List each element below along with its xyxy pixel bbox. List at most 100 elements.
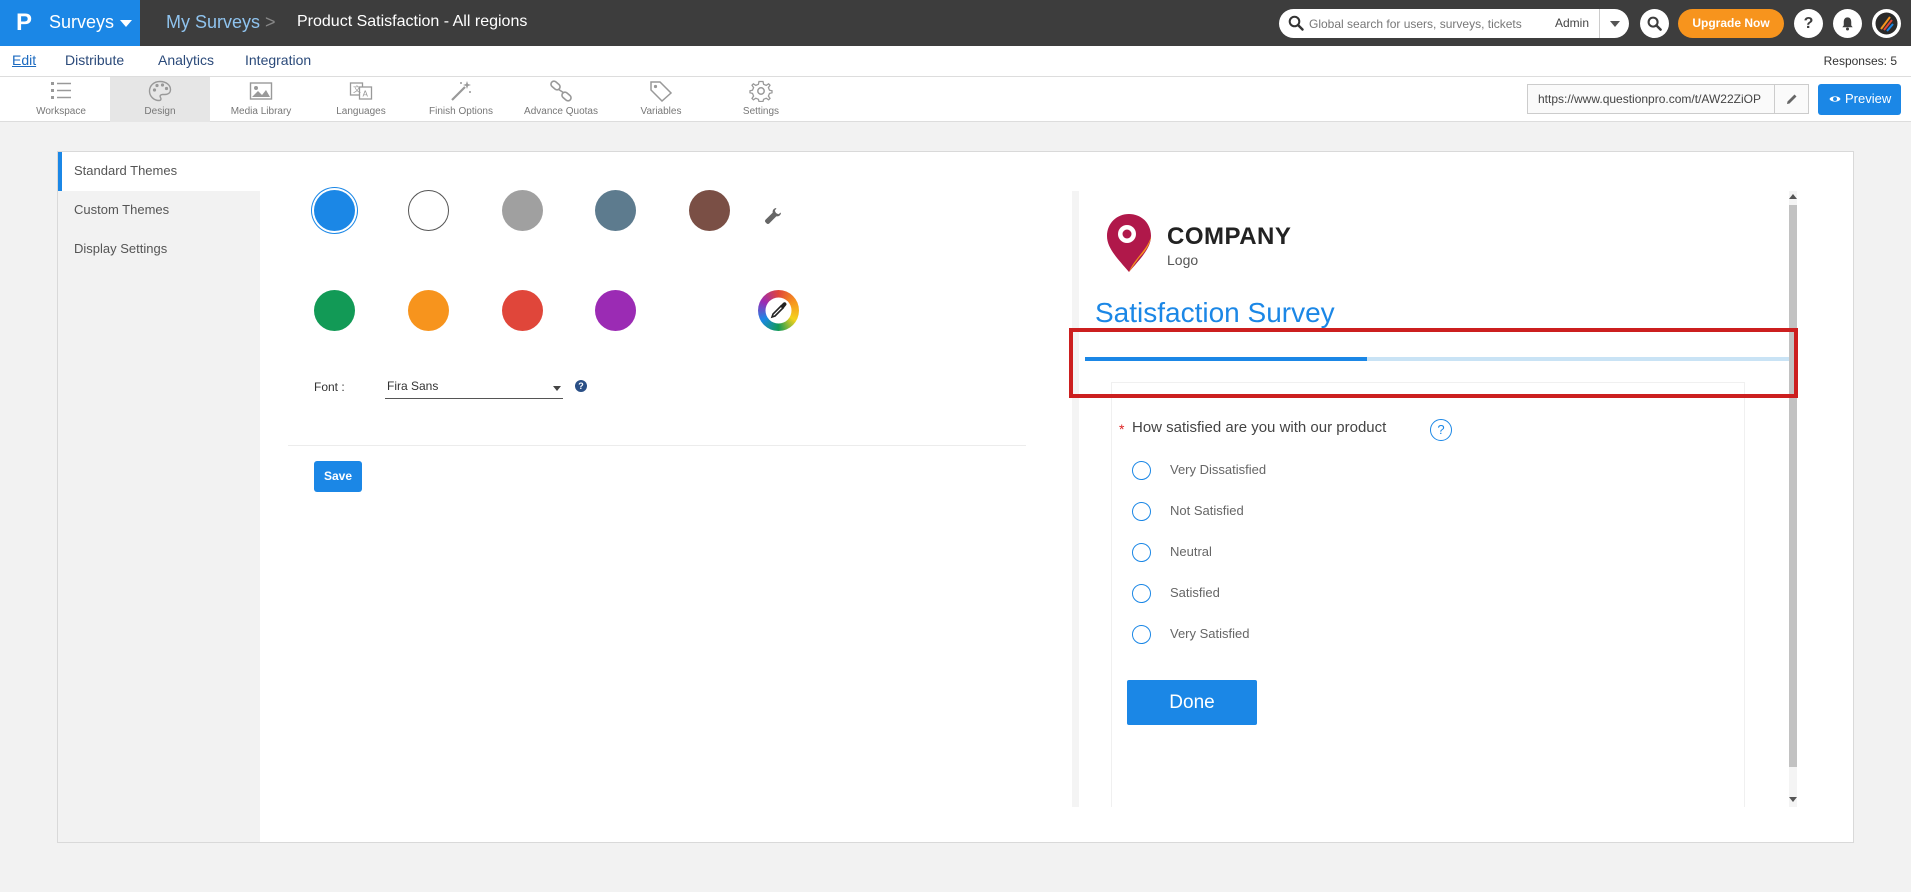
theme-color-swatch[interactable]	[595, 190, 636, 231]
theme-color-swatch[interactable]	[408, 190, 449, 231]
scrollbar-thumb[interactable]	[1789, 205, 1797, 767]
answer-option[interactable]: Very Satisfied	[1132, 623, 1532, 647]
tool-label: Media Library	[230, 106, 292, 117]
question-help-icon[interactable]: ?	[1430, 419, 1452, 441]
question-container: * How satisfied are you with our product…	[1112, 383, 1744, 807]
preview-scrollbar[interactable]	[1789, 191, 1797, 807]
survey-preview-card: COMPANY Logo Satisfaction Survey * How s…	[1079, 191, 1789, 807]
questionpro-logo: P	[16, 9, 33, 36]
responses-count: Responses: 5	[1823, 54, 1897, 68]
font-help-icon[interactable]: ?	[575, 380, 587, 392]
tool-variables[interactable]: Variables	[620, 77, 702, 122]
design-sidebar: Standard Themes Custom Themes Display Se…	[58, 152, 260, 842]
tool-label: Languages	[336, 106, 386, 117]
palette-icon	[148, 80, 172, 102]
radio-button[interactable]	[1132, 584, 1151, 603]
company-logo-subtitle: Logo	[1167, 252, 1199, 268]
theme-color-swatch[interactable]	[502, 290, 543, 331]
theme-color-swatch[interactable]	[408, 290, 449, 331]
top-bar: P Surveys My Surveys > Product Satisfact…	[0, 0, 1911, 46]
custom-color-picker[interactable]	[758, 290, 799, 331]
wrench-icon[interactable]	[764, 207, 782, 225]
caret-down-icon	[120, 20, 132, 27]
answer-option[interactable]: Neutral	[1132, 541, 1532, 565]
menu-analytics[interactable]: Analytics	[158, 52, 214, 68]
company-name: COMPANY	[1167, 223, 1292, 250]
menu-bar: Edit Distribute Analytics Integration Re…	[0, 46, 1911, 77]
company-logo-icon	[1107, 214, 1151, 272]
survey-title[interactable]: Product Satisfaction - All regions	[297, 13, 527, 31]
answer-option-label: Satisfied	[1170, 585, 1220, 600]
avatar-icon	[1875, 12, 1898, 35]
gear-icon	[749, 80, 773, 102]
radio-button[interactable]	[1132, 502, 1151, 521]
theme-color-swatch[interactable]	[595, 290, 636, 331]
answer-option[interactable]: Satisfied	[1132, 582, 1532, 606]
pencil-icon	[1787, 94, 1797, 104]
design-panel: Standard Themes Custom Themes Display Se…	[57, 151, 1854, 843]
tool-workspace[interactable]: Workspace	[20, 77, 102, 122]
required-marker: *	[1119, 421, 1125, 437]
theme-color-swatch[interactable]	[314, 290, 355, 331]
save-button[interactable]: Save	[314, 461, 362, 492]
sidebar-item-custom-themes[interactable]: Custom Themes	[58, 191, 260, 230]
answer-option-label: Very Satisfied	[1170, 626, 1250, 641]
answer-option[interactable]: Not Satisfied	[1132, 500, 1532, 524]
scroll-down-arrow-icon[interactable]	[1789, 797, 1797, 802]
scroll-up-arrow-icon[interactable]	[1789, 194, 1797, 199]
search-scope-label: Admin	[1555, 16, 1590, 30]
breadcrumb-separator: >	[265, 12, 276, 32]
global-search: Admin	[1279, 9, 1629, 38]
search-button[interactable]	[1640, 9, 1669, 38]
tool-finish-options[interactable]: Finish Options	[420, 77, 502, 122]
radio-button[interactable]	[1132, 625, 1151, 644]
answer-option-label: Very Dissatisfied	[1170, 462, 1267, 477]
preview-button[interactable]: Preview	[1818, 84, 1901, 115]
search-icon	[1647, 16, 1662, 31]
preview-survey-title: Satisfaction Survey	[1095, 297, 1335, 328]
user-avatar[interactable]	[1872, 9, 1901, 38]
survey-url-field[interactable]: https://www.questionpro.com/t/AW22ZiOP	[1527, 84, 1809, 114]
global-search-input[interactable]	[1309, 13, 1534, 34]
workspace-icon	[51, 82, 71, 99]
menu-distribute[interactable]: Distribute	[65, 52, 124, 68]
sidebar-item-display-settings[interactable]: Display Settings	[58, 230, 260, 269]
tool-media-library[interactable]: Media Library	[220, 77, 302, 122]
tool-settings[interactable]: Settings	[720, 77, 802, 122]
notifications-button[interactable]	[1833, 9, 1862, 38]
translate-icon: 文 A	[349, 82, 373, 100]
search-scope-dropdown[interactable]	[1599, 9, 1629, 38]
radio-button[interactable]	[1132, 461, 1151, 480]
sidebar-item-standard-themes[interactable]: Standard Themes	[58, 152, 260, 191]
theme-color-swatch[interactable]	[314, 190, 355, 231]
upgrade-now-button[interactable]: Upgrade Now	[1678, 9, 1784, 38]
eye-icon	[1829, 96, 1841, 102]
theme-color-swatch[interactable]	[502, 190, 543, 231]
edit-url-button[interactable]	[1774, 85, 1808, 113]
answer-option-label: Not Satisfied	[1170, 503, 1244, 518]
tool-advance-quotas[interactable]: Advance Quotas	[520, 77, 602, 122]
edit-toolbar: Workspace Design Media Library 文 A Langu…	[0, 77, 1911, 122]
font-select[interactable]: Fira Sans	[385, 374, 563, 399]
help-button[interactable]: ?	[1794, 9, 1823, 38]
surveys-product-switcher[interactable]: P Surveys	[0, 0, 140, 46]
divider	[288, 445, 1026, 446]
radio-button[interactable]	[1132, 543, 1151, 562]
menu-integration[interactable]: Integration	[245, 52, 311, 68]
tool-label: Workspace	[36, 106, 86, 117]
theme-color-swatch[interactable]	[689, 190, 730, 231]
answer-option[interactable]: Very Dissatisfied	[1132, 459, 1532, 483]
tag-icon	[650, 81, 673, 102]
font-label: Font :	[314, 380, 345, 394]
svg-text:文: 文	[353, 84, 361, 94]
breadcrumb-my-surveys[interactable]: My Surveys	[166, 12, 260, 33]
font-select-value: Fira Sans	[387, 379, 439, 393]
tool-design[interactable]: Design	[110, 77, 210, 122]
progress-bar-highlight	[1069, 328, 1798, 398]
answer-option-label: Neutral	[1170, 544, 1212, 559]
caret-down-icon	[553, 386, 561, 391]
tool-languages[interactable]: 文 A Languages	[320, 77, 402, 122]
done-button[interactable]: Done	[1127, 680, 1257, 725]
menu-edit[interactable]: Edit	[12, 52, 36, 68]
svg-text:A: A	[363, 90, 369, 99]
